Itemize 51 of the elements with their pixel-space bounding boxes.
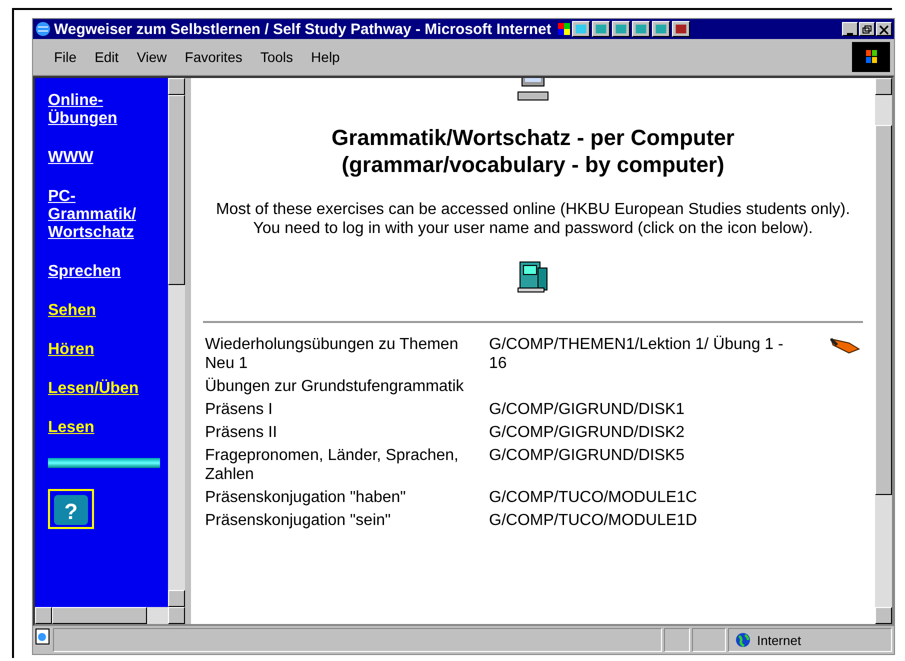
menu-item[interactable]: File (47, 47, 84, 67)
menu-item[interactable]: Favorites (178, 47, 250, 67)
location-cell: G/COMP/TUCO/MODULE1C (489, 489, 698, 506)
menu-item[interactable]: Edit (88, 47, 126, 67)
status-pane (692, 628, 726, 652)
grid-icon[interactable] (558, 21, 570, 37)
topic-cell: Fragepronomen, Länder, Sprachen, Zahlen (205, 447, 458, 483)
restore-button[interactable] (859, 22, 875, 36)
nav-link[interactable]: Online- Übungen (48, 92, 168, 128)
computer-icon[interactable] (516, 260, 550, 294)
intro-text: Most of these exercises can be accessed online (HKBU European Studies students only). You need to log in with your user name and password (click on the icon below). (216, 200, 850, 238)
computer-icon (516, 78, 550, 102)
location-cell: G/COMP/TUCO/MODULE1D (489, 512, 698, 529)
topic-cell: Übungen zur Grundstufengrammatik (205, 378, 464, 395)
page-heading: Grammatik/Wortschatz - per Computer (grammar/vocabulary - by computer) (331, 124, 734, 178)
window-title: Wegweiser zum Selbstlernen / Self Study Pathway - Microsoft Internet (54, 20, 552, 38)
restore-icon (861, 25, 873, 35)
status-pane (664, 628, 690, 652)
location-cell: G/COMP/GIGRUND/DISK1 (489, 401, 685, 418)
nav-link[interactable]: Sehen (48, 302, 168, 320)
menu-item[interactable]: Help (304, 47, 347, 67)
topic-cell: Präsenskonjugation "sein" (205, 512, 391, 529)
nav-link[interactable]: WWW (48, 149, 168, 167)
location-cell: G/COMP/GIGRUND/DISK2 (489, 424, 685, 441)
menu-item[interactable]: Tools (253, 47, 300, 67)
vertical-scrollbar[interactable] (875, 78, 892, 624)
nav-link[interactable]: Sprechen (48, 263, 168, 281)
topic-cell: Präsens I (205, 401, 273, 418)
nav-link[interactable]: Lesen (48, 419, 168, 437)
nav-link[interactable]: Lesen/Üben (48, 380, 168, 398)
globe-icon (735, 632, 751, 648)
help-button[interactable]: ? (48, 489, 94, 529)
globe-icon (35, 21, 51, 37)
windows-logo-icon (852, 42, 890, 72)
horizontal-scrollbar[interactable] (35, 607, 185, 624)
topic-cell: Wiederholungsübungen zu Themen Neu 1 (205, 336, 458, 372)
menu-item[interactable]: View (130, 47, 174, 67)
page-icon (35, 628, 51, 646)
close-button[interactable] (876, 22, 892, 36)
pencil-icon[interactable] (829, 335, 861, 355)
zone-label: Internet (757, 632, 802, 648)
minimize-button[interactable] (842, 22, 858, 36)
topic-cell: Präsenskonjugation "haben" (205, 489, 406, 506)
vertical-scrollbar[interactable] (168, 78, 185, 607)
topic-cell: Präsens II (205, 424, 278, 441)
close-icon (878, 25, 890, 35)
nav-link[interactable]: Hören (48, 341, 168, 359)
location-cell: G/COMP/GIGRUND/DISK5 (489, 447, 685, 464)
nav-link[interactable]: PC- Grammatik/ Wortschatz (48, 188, 168, 242)
location-cell: G/COMP/THEMEN1/Lektion 1/ Übung 1 - 16 (489, 336, 784, 372)
minimize-icon (847, 33, 853, 35)
